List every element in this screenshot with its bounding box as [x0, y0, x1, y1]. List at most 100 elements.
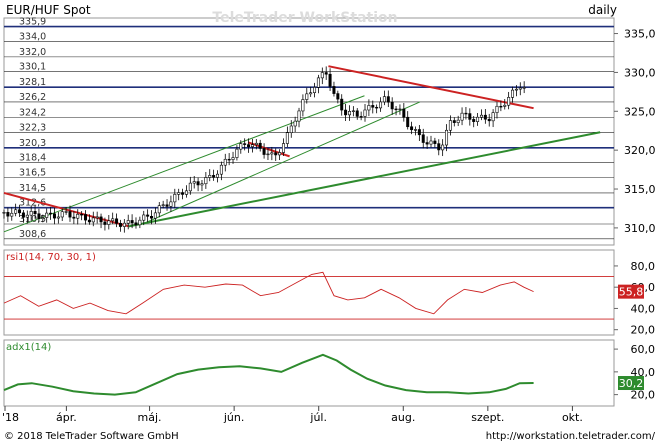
candle-body — [216, 173, 220, 178]
y-tick-label: 60,0 — [631, 343, 656, 356]
candle-body — [84, 214, 88, 221]
candle-body — [184, 190, 188, 195]
candle-body — [41, 217, 45, 219]
candle-body — [347, 111, 351, 116]
level-label: 324,2 — [19, 108, 46, 119]
candle-body — [448, 120, 452, 131]
candle-body — [421, 134, 425, 143]
candle-body — [146, 214, 150, 217]
candle-body — [87, 219, 91, 223]
adx-panel-frame — [3, 339, 615, 407]
period-label: daily — [588, 3, 617, 17]
chart-title: EUR/HUF Spot — [6, 3, 91, 17]
candle-body — [231, 157, 235, 160]
level-label: 314,5 — [19, 183, 46, 194]
candle-body — [460, 112, 464, 121]
candle-body — [161, 204, 165, 206]
candle-body — [406, 116, 410, 128]
watermark: TeleTrader WorkStation — [212, 10, 397, 26]
candle-body — [359, 116, 363, 118]
candle-body — [274, 152, 278, 156]
candle-body — [122, 222, 126, 227]
candle-body — [375, 106, 379, 109]
level-label: 322,3 — [19, 122, 46, 133]
candle-body — [320, 72, 324, 79]
candle-body — [313, 87, 317, 94]
copyright: © 2018 TeleTrader Software GmbH — [4, 431, 179, 442]
level-label: 328,1 — [19, 77, 46, 88]
x-axis: '18 ápr. máj. jún. júl. aug. szept. okt. — [2, 406, 583, 424]
candle-body — [204, 177, 208, 185]
candle-body — [332, 86, 336, 94]
candle-body — [126, 220, 130, 224]
candle-body — [219, 164, 223, 175]
chart-canvas: EUR/HUF Spot TeleTrader WorkStation dail… — [2, 3, 656, 442]
candle-body — [33, 211, 37, 215]
candle-body — [499, 105, 503, 108]
candle-body — [200, 183, 204, 186]
candle-body — [285, 132, 289, 144]
candle-body — [76, 213, 80, 219]
candle-body — [270, 152, 274, 155]
y-tick-label: 310,0 — [624, 222, 656, 235]
rsi-y-axis: 20,040,060,080,055,8 — [614, 260, 655, 337]
candle-body — [429, 140, 433, 145]
candle-body — [456, 119, 460, 123]
level-label: 334,0 — [19, 31, 46, 42]
candle-body — [309, 92, 313, 95]
candle-body — [247, 144, 251, 148]
candle-body — [165, 204, 169, 207]
candle-body — [386, 96, 390, 103]
rsi-title: rsi1(14, 70, 30, 1) — [6, 252, 96, 263]
candle-body — [254, 142, 258, 145]
candle-body — [417, 129, 421, 136]
candle-body — [328, 73, 332, 87]
candle-body — [239, 143, 243, 150]
candle-body — [289, 125, 293, 134]
candle-body — [507, 97, 511, 106]
level-label: 326,2 — [19, 92, 46, 103]
candle-body — [177, 192, 181, 195]
candle-body — [56, 216, 60, 219]
candle-body — [196, 181, 200, 186]
x-tick-label: okt. — [562, 411, 583, 424]
x-tick-label: máj. — [138, 411, 162, 424]
level-label: 330,1 — [19, 62, 46, 73]
candle-body — [52, 213, 56, 219]
y-tick-label: 325,0 — [624, 105, 656, 118]
y-tick-label: 315,0 — [624, 183, 656, 196]
candle-body — [181, 192, 185, 195]
candle-body — [10, 212, 14, 217]
candle-body — [130, 220, 134, 224]
candle-body — [503, 104, 507, 107]
candle-body — [305, 93, 309, 100]
candle-body — [425, 142, 429, 145]
level-label: 320,3 — [19, 138, 46, 149]
candle-body — [351, 110, 355, 112]
candle-body — [208, 175, 212, 178]
y-tick-label: 40,0 — [631, 302, 656, 315]
candle-body — [468, 113, 472, 120]
candle-body — [115, 218, 119, 224]
level-label: 308,6 — [19, 229, 46, 240]
candle-body — [72, 216, 76, 219]
rsi-last-value: 55,8 — [619, 286, 644, 299]
candle-body — [367, 105, 371, 111]
candle-body — [394, 108, 398, 111]
candle-body — [452, 120, 456, 123]
candle-body — [491, 112, 495, 122]
candle-body — [487, 118, 491, 122]
candle-body — [14, 209, 18, 214]
candle-body — [142, 214, 146, 221]
candle-body — [410, 126, 414, 131]
candle-body — [99, 216, 103, 223]
candle-body — [379, 101, 383, 109]
candle-body — [266, 153, 270, 156]
candle-body — [382, 96, 386, 103]
price-y-axis: 310,0 315,0 320,0 325,0 330,0 335,0 — [614, 28, 656, 235]
candle-body — [25, 214, 29, 218]
candle-body — [297, 110, 301, 122]
y-tick-label: 330,0 — [624, 66, 656, 79]
candle-body — [293, 120, 297, 127]
candle-body — [103, 221, 107, 225]
